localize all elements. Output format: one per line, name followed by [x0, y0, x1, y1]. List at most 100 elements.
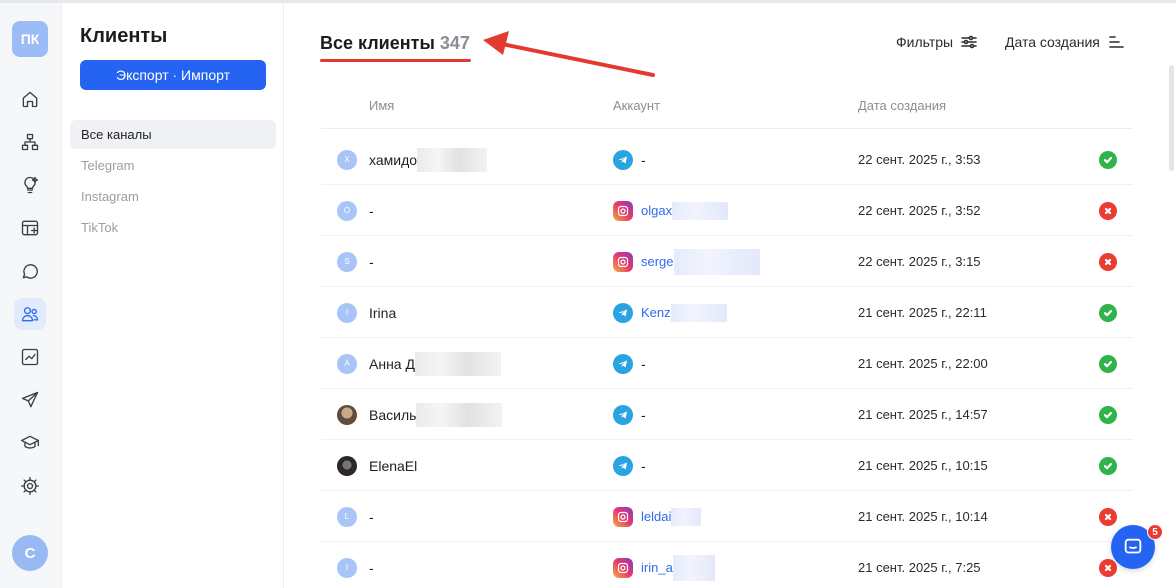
table-row[interactable]: I Irina Kenz 21 сент. 2025 г., 22:11 [321, 287, 1133, 338]
redacted-block [671, 507, 702, 526]
created-date: 21 сент. 2025 г., 7:25 [858, 560, 981, 575]
column-created[interactable]: Дата создания [858, 98, 946, 113]
account-link[interactable]: irin_a [641, 560, 673, 575]
status-error-icon [1099, 201, 1117, 220]
annotation-underline [320, 59, 471, 62]
rail-home[interactable] [14, 83, 46, 115]
client-avatar: I [337, 557, 357, 578]
table-row[interactable]: ElenaEl - 21 сент. 2025 г., 10:15 [321, 440, 1133, 491]
account-value: - [641, 457, 646, 474]
table-header: Имя Аккаунт Дата создания [321, 95, 1133, 129]
channel-list: Все каналы Telegram Instagram TikTok [70, 120, 276, 244]
export-import-button[interactable]: Экспорт · Импорт [80, 60, 266, 90]
table-row[interactable]: Василь - 21 сент. 2025 г., 14:57 [321, 389, 1133, 440]
account-link[interactable]: Kenz [641, 305, 671, 320]
client-name: ElenaEl [369, 457, 418, 474]
workspace-logo[interactable]: ПК [12, 21, 48, 57]
icon-rail: ПК С [0, 3, 62, 588]
created-date: 22 сент. 2025 г., 3:52 [858, 203, 981, 218]
clients-count: 347 [439, 33, 470, 53]
rail-clients[interactable] [14, 298, 46, 330]
rail-broadcast[interactable] [14, 384, 46, 416]
redacted-block [414, 351, 501, 376]
rail-ideas[interactable] [14, 169, 46, 201]
channel-tiktok[interactable]: TikTok [70, 213, 276, 242]
created-date: 21 сент. 2025 г., 14:57 [858, 407, 988, 422]
sort-icon [1109, 36, 1124, 48]
table-row[interactable]: S- serge 22 сент. 2025 г., 3:15 [321, 236, 1133, 287]
telegram-icon [613, 302, 633, 323]
account-link[interactable]: leldai [641, 509, 671, 524]
annotation-arrow [483, 31, 655, 77]
client-name: - [369, 253, 374, 270]
client-avatar: А [337, 353, 357, 374]
clients-table: Ххамидо - 22 сент. 2025 г., 3:53 O- olga… [321, 134, 1133, 588]
rail-chats[interactable] [14, 255, 46, 287]
client-avatar: S [337, 251, 357, 272]
table-row[interactable]: I- irin_a 21 сент. 2025 г., 7:25 [321, 542, 1133, 588]
rail-analytics[interactable] [14, 341, 46, 373]
redacted-block [672, 554, 715, 581]
column-name[interactable]: Имя [369, 98, 394, 113]
created-date: 21 сент. 2025 г., 10:14 [858, 509, 988, 524]
created-date: 21 сент. 2025 г., 22:00 [858, 356, 988, 371]
client-name: Анна Д [369, 355, 415, 372]
instagram-icon [613, 200, 633, 221]
account-link[interactable]: olgax [641, 203, 672, 218]
sort-label: Дата создания [1005, 34, 1100, 50]
rail-settings[interactable] [14, 470, 46, 502]
clients-sidebar: Клиенты Экспорт · Импорт Все каналы Tele… [63, 3, 284, 588]
channel-instagram[interactable]: Instagram [70, 182, 276, 211]
settings-icon [21, 477, 39, 495]
page-title-text: Все клиенты [320, 33, 435, 53]
column-account[interactable]: Аккаунт [613, 98, 660, 113]
client-name: - [369, 202, 374, 219]
filters-button[interactable]: Фильтры [896, 34, 977, 50]
rail-structure[interactable] [14, 126, 46, 158]
redacted-block [673, 248, 760, 275]
status-ok-icon [1099, 354, 1117, 373]
account-value: - [641, 355, 646, 372]
scrollbar[interactable] [1169, 65, 1174, 171]
chat-icon [22, 264, 38, 279]
account-link[interactable]: serge [641, 254, 674, 269]
rail-education[interactable] [14, 427, 46, 459]
section-title: Клиенты [80, 25, 168, 47]
sliders-icon [961, 35, 977, 49]
redacted-block [670, 303, 727, 322]
telegram-icon [613, 353, 633, 374]
channel-all[interactable]: Все каналы [70, 120, 276, 149]
instagram-icon [613, 506, 633, 527]
status-error-icon [1099, 558, 1117, 577]
status-ok-icon [1099, 405, 1117, 424]
status-ok-icon [1099, 456, 1117, 475]
table-row[interactable]: А Анна Д - 21 сент. 2025 г., 22:00 [321, 338, 1133, 389]
table-row[interactable]: L- leldai 21 сент. 2025 г., 10:14 [321, 491, 1133, 542]
redacted-block [417, 147, 488, 172]
client-name: - [369, 559, 374, 576]
education-icon [21, 435, 39, 449]
created-date: 21 сент. 2025 г., 10:15 [858, 458, 988, 473]
status-error-icon [1099, 507, 1117, 526]
send-icon [21, 391, 39, 408]
client-name: хамидо [369, 151, 418, 168]
rail-board[interactable] [14, 212, 46, 244]
channel-telegram[interactable]: Telegram [70, 151, 276, 180]
analytics-icon [21, 348, 39, 366]
page-title: Все клиенты 347 [320, 33, 470, 54]
created-date: 22 сент. 2025 г., 3:15 [858, 254, 981, 269]
app-window: ПК С Клиенты Экспорт · Импорт Все каналы… [0, 0, 1176, 588]
client-photo-avatar [337, 455, 357, 476]
user-avatar[interactable]: С [12, 535, 48, 571]
instagram-icon [613, 251, 633, 272]
table-row[interactable]: Ххамидо - 22 сент. 2025 г., 3:53 [321, 134, 1133, 185]
client-avatar: Х [337, 149, 357, 170]
home-icon [22, 91, 38, 108]
main-content: Все клиенты 347 Фильтры Дата создания Им… [285, 3, 1176, 588]
sort-button[interactable]: Дата создания [1005, 34, 1124, 50]
client-name: - [369, 508, 374, 525]
lightbulb-icon [24, 176, 39, 194]
account-value: - [641, 406, 646, 423]
status-error-icon [1099, 252, 1117, 271]
table-row[interactable]: O- olgax 22 сент. 2025 г., 3:52 [321, 185, 1133, 236]
